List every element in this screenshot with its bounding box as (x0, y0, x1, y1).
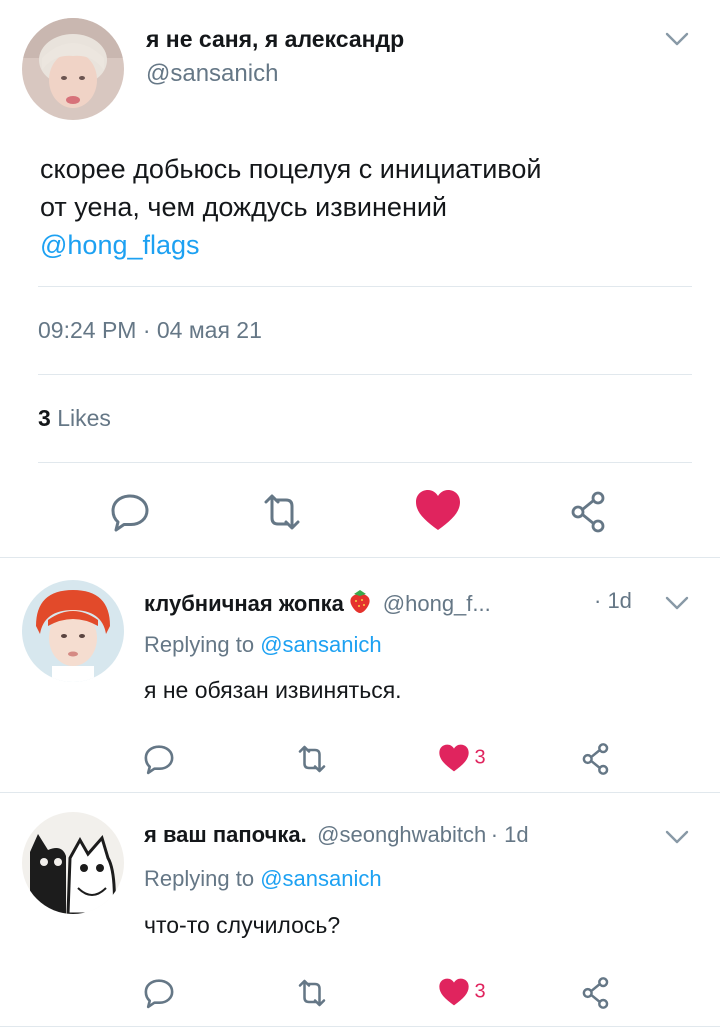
divider (38, 374, 692, 375)
likes-label: Likes (57, 405, 111, 431)
like-count: 3 (474, 980, 486, 1003)
display-name[interactable]: я ваш папочка. (144, 822, 307, 847)
strawberry-icon (348, 588, 372, 614)
mention-link[interactable]: @sansanich (260, 632, 381, 657)
avatar[interactable] (22, 812, 124, 914)
share-icon[interactable] (580, 976, 614, 1010)
retweet-icon[interactable] (294, 744, 330, 774)
display-name[interactable]: я не саня, я александр (146, 26, 404, 53)
reply-icon[interactable] (142, 976, 176, 1010)
replying-to-label: Replying to (144, 866, 255, 891)
reply-icon[interactable] (142, 742, 176, 776)
tweet-text-line: от уена, чем дождусь извинений (40, 192, 448, 222)
chevron-down-icon[interactable] (664, 828, 690, 846)
tweet-text: я не обязан извиняться. (144, 677, 402, 703)
likes-count: 3 (38, 405, 51, 431)
tweet-text-line: скорее добьюсь поцелуя с инициативой (40, 154, 542, 184)
avatar[interactable] (22, 18, 124, 120)
divider (0, 1026, 720, 1027)
tweet-text: что-то случилось? (144, 912, 341, 938)
divider (0, 557, 720, 558)
reply-header: я ваш папочка. @seonghwabitch · 1d (144, 822, 529, 848)
heart-icon (438, 977, 470, 1007)
share-icon[interactable] (568, 490, 612, 534)
reply-header: клубничная жопка @hong_f... (144, 588, 491, 617)
heart-icon (438, 743, 470, 773)
replying-to: Replying to @sansanich (144, 632, 382, 658)
like-button[interactable]: 3 (438, 743, 486, 773)
likes-stat[interactable]: 3 Likes (38, 405, 111, 432)
timestamp[interactable]: · 1d (594, 588, 632, 614)
mention-link[interactable]: @hong_flags (40, 226, 700, 264)
replying-to-label: Replying to (144, 632, 255, 657)
like-button[interactable]: 3 (438, 977, 486, 1007)
divider (0, 792, 720, 793)
timestamp[interactable]: 09:24 PM · 04 мая 21 (38, 317, 262, 344)
retweet-icon[interactable] (258, 492, 306, 532)
retweet-icon[interactable] (294, 978, 330, 1008)
chevron-down-icon[interactable] (664, 30, 690, 48)
share-icon[interactable] (580, 742, 614, 776)
handle[interactable]: @sansanich (146, 60, 278, 88)
tweet-text: скорее добьюсь поцелуя с инициативой от … (40, 150, 700, 264)
avatar[interactable] (22, 580, 124, 682)
replying-to: Replying to @sansanich (144, 866, 382, 892)
handle[interactable]: @hong_f... (383, 591, 491, 616)
display-name[interactable]: клубничная жопка (144, 591, 344, 616)
divider (38, 462, 692, 463)
mention-link[interactable]: @sansanich (260, 866, 381, 891)
timestamp[interactable]: · 1d (491, 822, 529, 847)
reply-icon[interactable] (108, 490, 152, 534)
divider (38, 286, 692, 287)
chevron-down-icon[interactable] (664, 594, 690, 612)
like-count: 3 (474, 746, 486, 769)
handle[interactable]: @seonghwabitch (317, 822, 486, 847)
heart-icon[interactable] (414, 488, 462, 532)
